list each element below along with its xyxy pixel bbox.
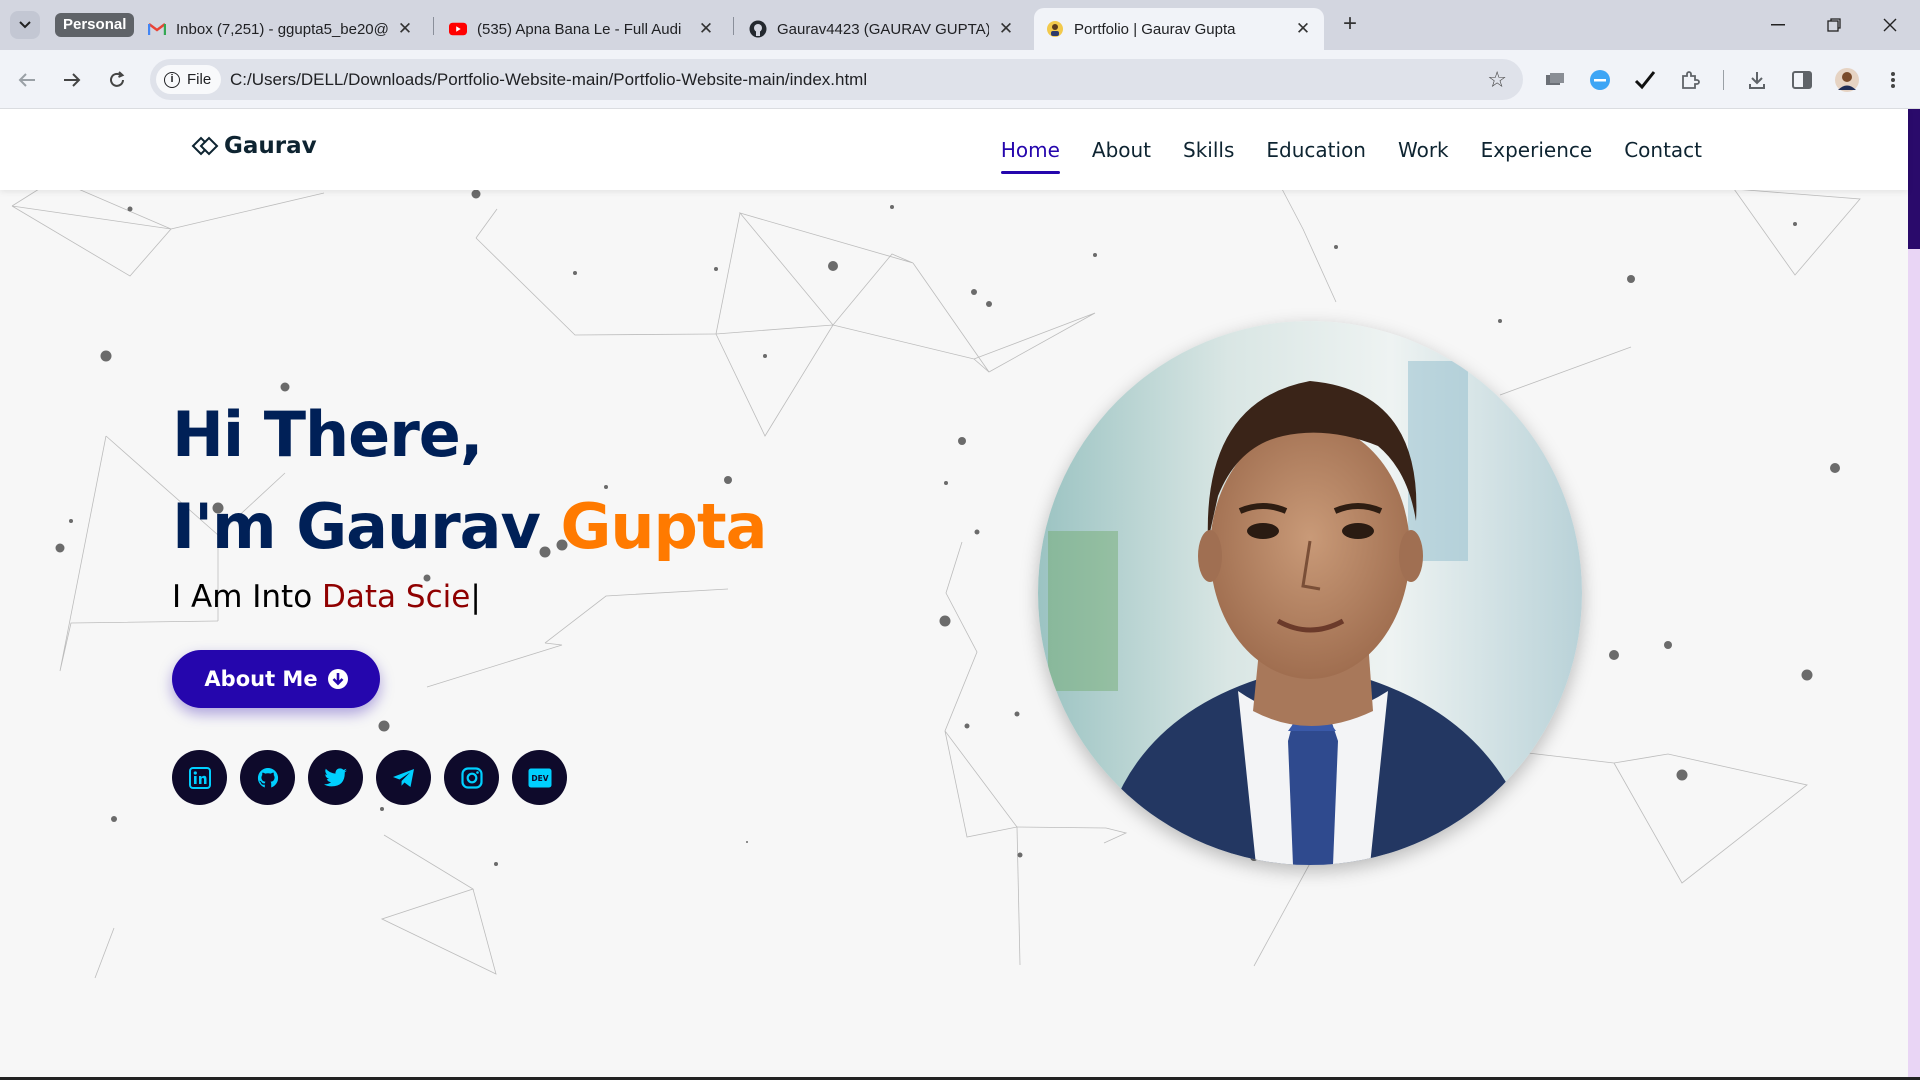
- translate-extension-icon[interactable]: [1587, 67, 1613, 93]
- arrow-right-icon: [64, 73, 81, 87]
- instagram-link[interactable]: [444, 750, 499, 805]
- info-icon: i: [164, 71, 180, 88]
- close-icon[interactable]: ✕: [697, 19, 715, 39]
- about-me-button[interactable]: About Me: [172, 650, 380, 708]
- extensions-puzzle-icon[interactable]: [1677, 67, 1703, 93]
- social-links: DEV: [172, 750, 580, 805]
- hero-text: Hi There, I'm Gaurav Gupta I Am Into Dat…: [172, 389, 768, 615]
- site-info-chip[interactable]: i File: [156, 65, 222, 94]
- portfolio-favicon: [1046, 20, 1064, 38]
- nav-about[interactable]: About: [1092, 132, 1151, 168]
- screen-cast-extension-icon[interactable]: [1542, 67, 1568, 93]
- dev-link[interactable]: DEV: [512, 750, 567, 805]
- github-icon: [749, 20, 767, 38]
- youtube-icon: [449, 20, 467, 38]
- address-bar[interactable]: i File C:/Users/DELL/Downloads/Portfolio…: [150, 59, 1523, 100]
- browser-toolbar: i File C:/Users/DELL/Downloads/Portfolio…: [0, 50, 1920, 109]
- checkmark-extension-icon[interactable]: [1632, 67, 1658, 93]
- linkedin-link[interactable]: [172, 750, 227, 805]
- github-icon: [257, 767, 278, 787]
- minimize-button[interactable]: [1750, 0, 1806, 50]
- github-link[interactable]: [240, 750, 295, 805]
- logo-text: Gaurav: [224, 133, 317, 159]
- page-scrollbar-track[interactable]: [1908, 109, 1920, 1080]
- reload-icon: [110, 71, 125, 87]
- telegram-icon: [392, 768, 414, 787]
- arrow-left-icon: [18, 73, 35, 87]
- instagram-icon: [460, 766, 483, 789]
- site-header: Gaurav Home About Skills Education Work …: [0, 109, 1908, 190]
- telegram-link[interactable]: [376, 750, 431, 805]
- typed-role: I Am Into Data Scie|: [172, 579, 766, 615]
- close-icon: [1883, 18, 1897, 32]
- tab-title: Gaurav4423 (GAURAV GUPTA): [777, 20, 989, 38]
- window-close-button[interactable]: [1862, 0, 1918, 50]
- reload-button[interactable]: [102, 65, 132, 95]
- close-icon[interactable]: ✕: [1294, 19, 1312, 39]
- hero-name: I'm Gaurav Gupta: [172, 481, 768, 573]
- toolbar-divider: [1723, 70, 1724, 90]
- tab-group-chip[interactable]: Personal: [55, 13, 135, 37]
- nav-experience[interactable]: Experience: [1481, 132, 1593, 168]
- tab-portfolio[interactable]: Portfolio | Gaurav Gupta ✕: [1034, 8, 1324, 50]
- profile-photo: [1038, 321, 1582, 865]
- chevron-down-icon: [19, 21, 31, 29]
- nav-work[interactable]: Work: [1398, 132, 1449, 168]
- page-viewport: Gaurav Home About Skills Education Work …: [0, 109, 1920, 1080]
- tab-gmail[interactable]: Inbox (7,251) - ggupta5_be20@ ✕: [136, 8, 426, 50]
- minimize-icon: [1771, 24, 1785, 26]
- tab-divider: [733, 17, 734, 35]
- hero-greeting: Hi There,: [172, 398, 483, 471]
- download-icon[interactable]: [1744, 67, 1770, 93]
- hero-name-accent: Gupta: [560, 490, 768, 563]
- new-tab-button[interactable]: +: [1336, 11, 1364, 39]
- hero-name-prefix: I'm Gaurav: [172, 490, 561, 563]
- tab-title: Portfolio | Gaurav Gupta: [1074, 20, 1236, 38]
- tab-divider: [433, 17, 434, 35]
- nav-skills[interactable]: Skills: [1183, 132, 1234, 168]
- site-info-label: File: [187, 71, 212, 88]
- dev-icon-label: DEV: [531, 774, 548, 783]
- browser-menu-icon[interactable]: [1880, 67, 1906, 93]
- twitter-icon: [323, 767, 347, 786]
- main-nav: Home About Skills Education Work Experie…: [969, 109, 1702, 190]
- nav-home[interactable]: Home: [1000, 132, 1060, 174]
- about-me-label: About Me: [204, 667, 318, 691]
- nav-education[interactable]: Education: [1266, 132, 1366, 168]
- tab-github[interactable]: Gaurav4423 (GAURAV GUPTA) ✕: [737, 8, 1027, 50]
- side-panel-icon[interactable]: [1789, 67, 1815, 93]
- typed-role-text: Data Scie: [322, 579, 471, 615]
- profile-portrait-image: [1038, 321, 1582, 865]
- close-icon[interactable]: ✕: [997, 19, 1015, 39]
- page-scrollbar-thumb[interactable]: [1908, 109, 1920, 249]
- twitter-link[interactable]: [308, 750, 363, 805]
- nav-contact[interactable]: Contact: [1624, 132, 1702, 168]
- typing-cursor: |: [470, 579, 481, 615]
- tab-strip: Personal Inbox (7,251) - ggupta5_be20@ ✕…: [0, 0, 1920, 50]
- dev-icon: DEV: [528, 768, 551, 787]
- restore-button[interactable]: [1806, 0, 1862, 50]
- tab-title: (535) Apna Bana Le - Full Audi: [477, 20, 682, 38]
- forward-button[interactable]: [57, 65, 87, 95]
- arrow-down-circle-icon: [327, 669, 348, 689]
- url-text[interactable]: C:/Users/DELL/Downloads/Portfolio-Websit…: [230, 70, 867, 90]
- linkedin-icon: [188, 766, 211, 789]
- site-logo[interactable]: Gaurav: [190, 133, 317, 159]
- logo-diamond-icon: [191, 136, 219, 156]
- tab-title: Inbox (7,251) - ggupta5_be20@: [176, 20, 388, 38]
- tab-youtube[interactable]: (535) Apna Bana Le - Full Audi ✕: [437, 8, 727, 50]
- typed-prefix: I Am Into: [172, 579, 323, 615]
- bookmark-star-icon[interactable]: ☆: [1487, 67, 1507, 93]
- close-icon[interactable]: ✕: [396, 19, 414, 39]
- gmail-icon: [148, 20, 166, 38]
- restore-icon: [1827, 18, 1841, 32]
- tab-search-button[interactable]: [10, 11, 40, 39]
- profile-avatar[interactable]: [1834, 67, 1860, 93]
- back-button[interactable]: [12, 65, 42, 95]
